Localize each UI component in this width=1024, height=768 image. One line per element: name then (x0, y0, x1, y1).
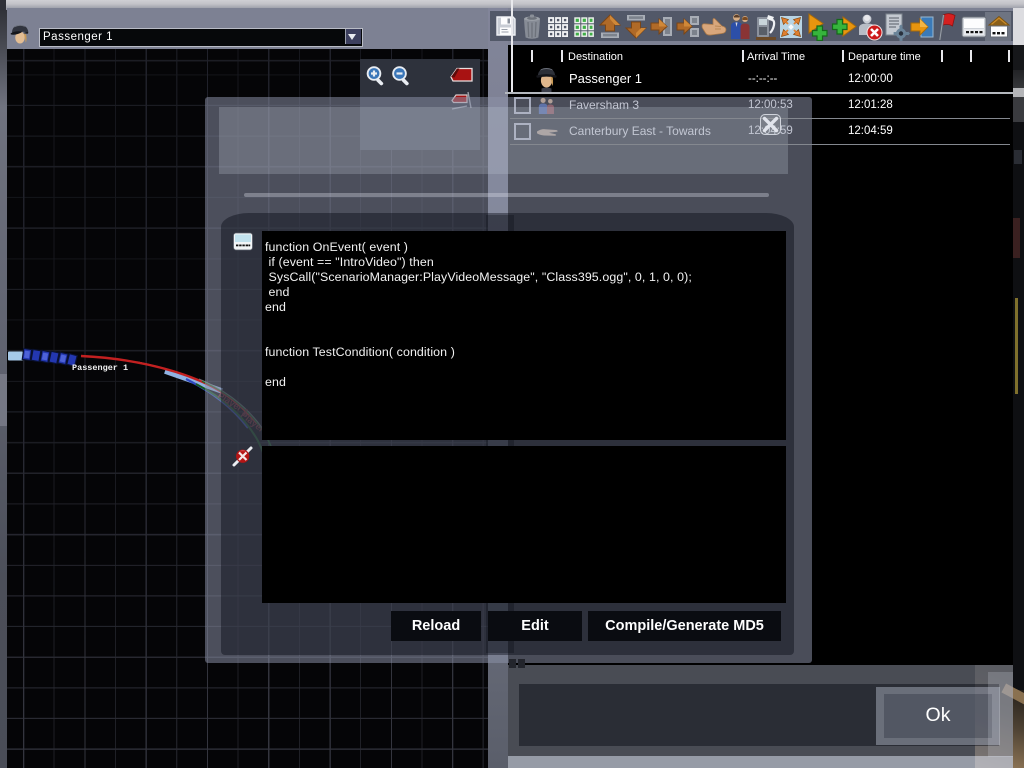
svg-text:Passenger 1: Passenger 1 (72, 363, 128, 373)
